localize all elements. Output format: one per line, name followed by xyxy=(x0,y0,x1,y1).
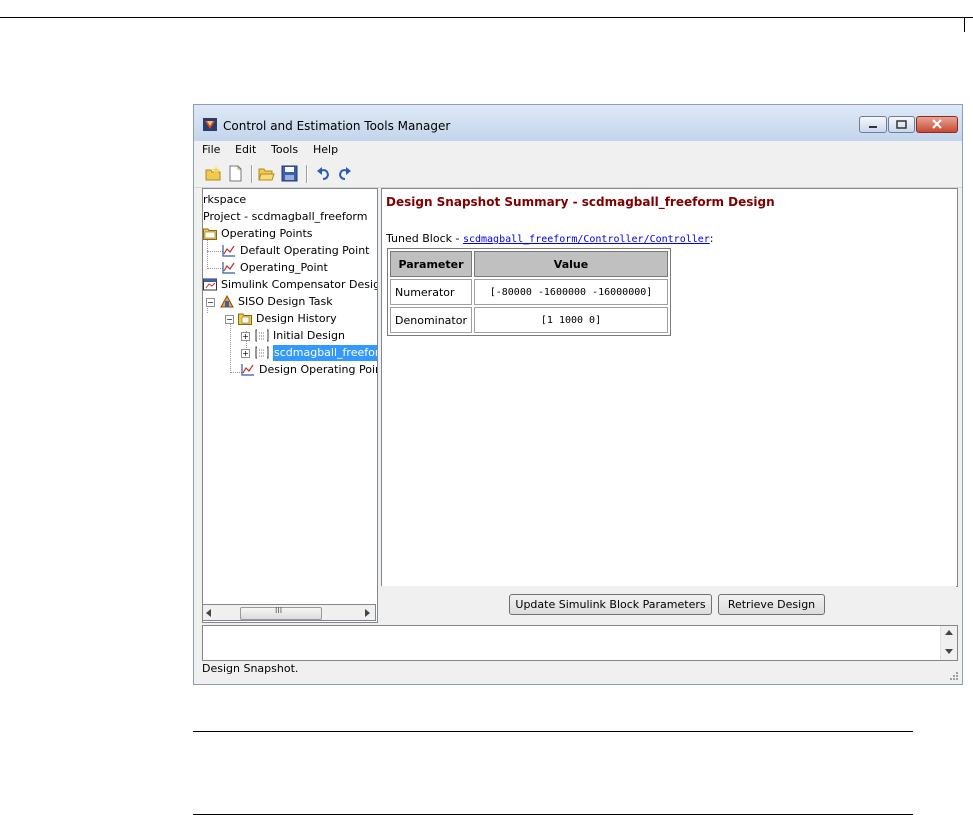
undo-icon[interactable] xyxy=(315,165,332,182)
save-icon[interactable] xyxy=(281,165,298,182)
status-bar-text: Design Snapshot. xyxy=(202,662,299,675)
summary-title: Design Snapshot Summary - scdmagball_fre… xyxy=(386,195,775,209)
tree-item-label: Project - scdmagball_freeform xyxy=(203,210,368,223)
menu-help[interactable]: Help xyxy=(313,143,338,156)
tree-item-label: Operating Points xyxy=(221,227,313,240)
operating-point-icon xyxy=(222,262,235,274)
project-tree[interactable]: rkspace Project - scdmagball_freeform Op… xyxy=(202,188,378,623)
tuned-block-label: Tuned Block - xyxy=(386,232,463,245)
close-icon xyxy=(932,119,942,129)
maximize-icon xyxy=(896,120,907,129)
design-snapshot-icon xyxy=(255,346,269,359)
table-cell-parameter: Denominator xyxy=(390,307,472,333)
table-row: Denominator [1 1000 0] xyxy=(390,307,668,333)
siso-task-icon xyxy=(220,295,234,308)
title-bar[interactable]: Control and Estimation Tools Manager xyxy=(194,105,962,141)
resize-grip-icon[interactable] xyxy=(948,670,958,680)
tree-item-workspace[interactable]: rkspace xyxy=(203,192,246,208)
table-row: Numerator [-80000 -1600000 -16000000] xyxy=(390,279,668,305)
menu-file[interactable]: File xyxy=(202,143,220,156)
update-simulink-block-parameters-button[interactable]: Update Simulink Block Parameters xyxy=(509,594,712,615)
toolbar-separator xyxy=(251,165,253,183)
table-header-value: Value xyxy=(474,251,668,277)
tree-line xyxy=(207,268,223,269)
page-rule xyxy=(193,731,913,732)
design-snapshot-icon xyxy=(255,329,269,342)
tuned-block-row: Tuned Block - scdmagball_freeform/Contro… xyxy=(386,232,714,245)
tree-item-label: Simulink Compensator Design xyxy=(221,278,378,291)
action-button-bar: Update Simulink Block Parameters Retriev… xyxy=(381,586,956,622)
scroll-thumb[interactable]: III xyxy=(240,606,322,620)
compensator-design-icon xyxy=(203,278,217,291)
toolbar-separator xyxy=(306,165,308,183)
tuned-block-suffix: : xyxy=(709,232,714,245)
matlab-app-icon xyxy=(203,118,217,131)
minimize-button[interactable] xyxy=(859,116,887,133)
maximize-button[interactable] xyxy=(888,116,915,133)
open-icon[interactable] xyxy=(258,165,275,182)
tree-item-label: Design History xyxy=(256,312,337,325)
new-task-icon[interactable] xyxy=(227,165,244,182)
scroll-left-icon[interactable] xyxy=(206,609,212,617)
page-top-rule xyxy=(0,17,973,18)
menu-edit[interactable]: Edit xyxy=(235,143,256,156)
scroll-up-icon[interactable] xyxy=(945,630,953,636)
scroll-right-icon[interactable] xyxy=(365,609,371,617)
toolbar xyxy=(194,160,962,188)
operating-point-icon xyxy=(222,245,235,257)
folder-icon xyxy=(203,228,217,240)
menu-bar: File Edit Tools Help xyxy=(194,141,962,159)
parameter-table: Parameter Value Numerator [-80000 -16000… xyxy=(387,248,671,336)
table-cell-value: [1 1000 0] xyxy=(474,307,668,333)
operating-point-icon xyxy=(241,364,254,376)
collapse-toggle[interactable]: − xyxy=(225,315,234,324)
message-scrollbar[interactable] xyxy=(940,626,957,660)
message-area[interactable] xyxy=(202,625,958,661)
folder-icon xyxy=(238,313,252,325)
table-cell-parameter: Numerator xyxy=(390,279,472,305)
window-title: Control and Estimation Tools Manager xyxy=(223,119,451,133)
tree-item-label: Initial Design xyxy=(273,329,345,342)
tree-item-label: Default Operating Point xyxy=(240,244,370,257)
tree-item-label-selected: scdmagball_freefor xyxy=(273,345,377,361)
tree-item-project[interactable]: Project - scdmagball_freeform xyxy=(203,209,367,225)
menu-tools[interactable]: Tools xyxy=(271,143,298,156)
tree-item-label: rkspace xyxy=(203,193,247,206)
expand-toggle[interactable]: + xyxy=(241,349,250,358)
tree-horizontal-scrollbar[interactable]: III xyxy=(202,604,376,621)
new-project-icon[interactable] xyxy=(205,165,222,182)
tree-item-label: Design Operating Point xyxy=(259,363,378,376)
close-button[interactable] xyxy=(916,116,958,133)
minimize-icon xyxy=(869,126,877,128)
redo-icon[interactable] xyxy=(336,165,353,182)
tree-line xyxy=(207,251,223,252)
table-cell-value: [-80000 -1600000 -16000000] xyxy=(474,279,668,305)
scroll-grip-glyph: III xyxy=(275,606,283,615)
summary-panel: Design Snapshot Summary - scdmagball_fre… xyxy=(381,188,958,587)
tree-item-label: SISO Design Task xyxy=(238,295,333,308)
tuned-block-link[interactable]: scdmagball_freeform/Controller/Controlle… xyxy=(463,234,710,245)
retrieve-design-button[interactable]: Retrieve Design xyxy=(718,594,825,615)
scroll-down-icon[interactable] xyxy=(945,649,953,655)
page-corner-tick xyxy=(964,17,965,32)
table-header-parameter: Parameter xyxy=(390,251,472,277)
collapse-toggle[interactable]: − xyxy=(206,298,215,307)
tree-item-label: Operating_Point xyxy=(240,261,328,274)
tools-manager-window: Control and Estimation Tools Manager Fil… xyxy=(193,104,963,685)
expand-toggle[interactable]: + xyxy=(241,332,250,341)
